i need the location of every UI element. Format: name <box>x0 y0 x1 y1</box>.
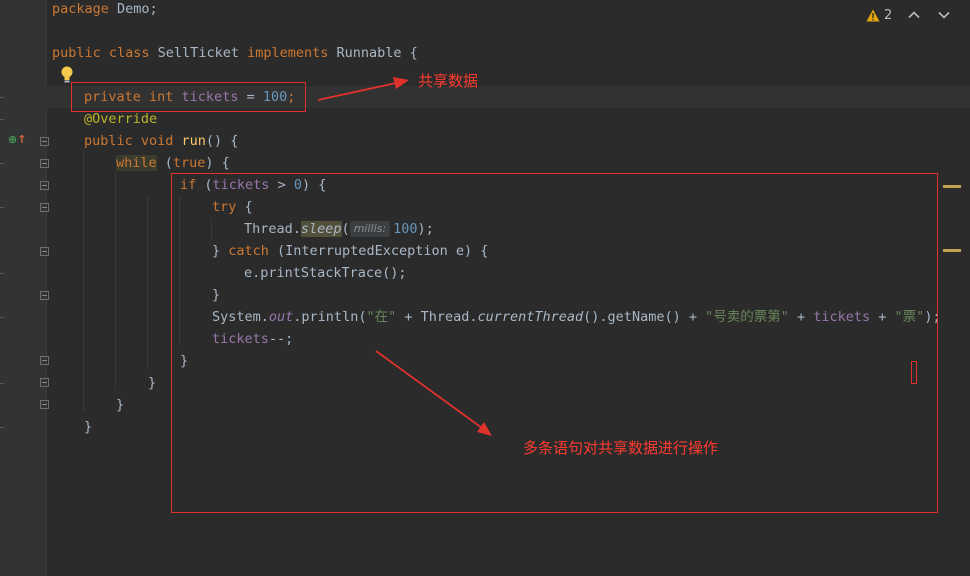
shared-data-label: 共享数据 <box>418 72 479 90</box>
annotation-arrows <box>317 77 492 436</box>
arrowhead-icon <box>477 422 492 436</box>
arrowhead-icon <box>393 77 409 89</box>
operations-arrow <box>375 350 483 429</box>
shared-data-arrow <box>317 82 397 101</box>
multi-statement-label: 多条语句对共享数据进行操作 <box>523 439 719 457</box>
